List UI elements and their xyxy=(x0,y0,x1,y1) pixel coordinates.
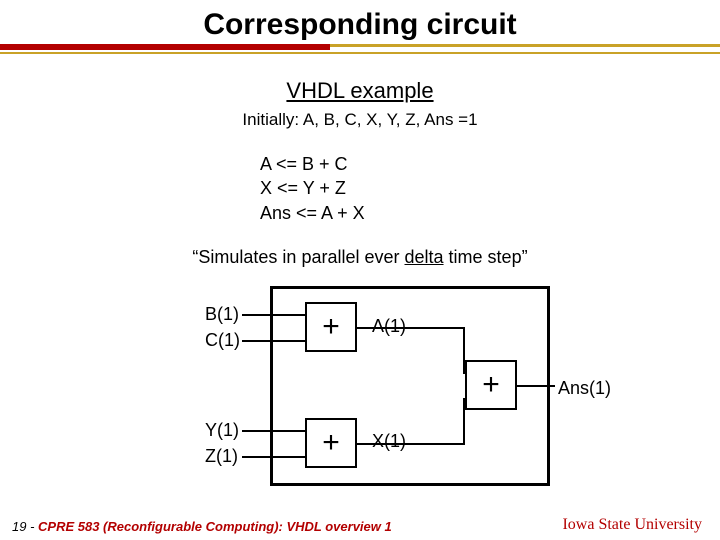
adder-bc: + xyxy=(305,302,357,352)
label-z: Z(1) xyxy=(205,446,238,467)
label-x: X(1) xyxy=(372,431,406,452)
slide-title: Corresponding circuit xyxy=(0,0,720,42)
code-line-2: X <= Y + Z xyxy=(260,176,460,200)
simnote-delta: delta xyxy=(405,247,444,267)
adder-ax: + xyxy=(465,360,517,410)
adder-yz: + xyxy=(305,418,357,468)
wire-ans xyxy=(517,385,555,387)
wire-c xyxy=(242,340,305,342)
page-number: 19 - xyxy=(12,519,38,534)
label-b: B(1) xyxy=(205,304,239,325)
code-line-1: A <= B + C xyxy=(260,152,460,176)
circuit-diagram: + + + B(1) C(1) Y(1) Z(1) A(1) X(1) Ans(… xyxy=(110,286,610,486)
vhdl-code-block: A <= B + C X <= Y + Z Ans <= A + X xyxy=(260,152,460,225)
university-name: Iowa State University xyxy=(562,516,702,534)
code-line-3: Ans <= A + X xyxy=(260,201,460,225)
subtitle: VHDL example xyxy=(0,78,720,104)
wire-z xyxy=(242,456,305,458)
footer: 19 - CPRE 583 (Reconfigurable Computing)… xyxy=(12,519,392,534)
simnote-post: time step” xyxy=(444,247,528,267)
label-a: A(1) xyxy=(372,316,406,337)
simnote-pre: “Simulates in parallel ever xyxy=(192,247,404,267)
title-rule xyxy=(0,42,720,60)
course-title: CPRE 583 (Reconfigurable Computing): VHD… xyxy=(38,519,392,534)
initial-conditions: Initially: A, B, C, X, Y, Z, Ans =1 xyxy=(0,110,720,130)
label-c: C(1) xyxy=(205,330,240,351)
label-ans: Ans(1) xyxy=(558,378,611,399)
simulation-note: “Simulates in parallel ever delta time s… xyxy=(0,247,720,268)
wire-y xyxy=(242,430,305,432)
wire-b xyxy=(242,314,305,316)
label-y: Y(1) xyxy=(205,420,239,441)
